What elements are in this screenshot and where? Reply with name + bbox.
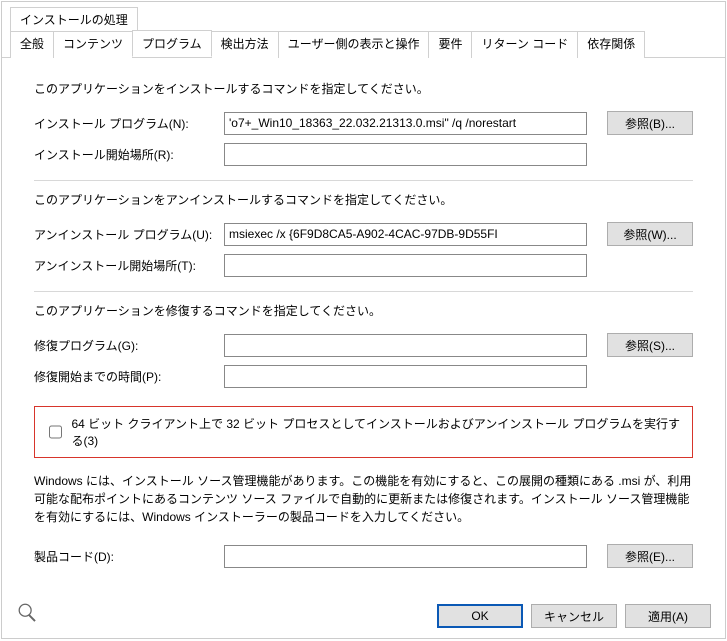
tab-要件[interactable]: 要件 — [428, 31, 472, 58]
source-management-info: Windows には、インストール ソース管理機能があります。この機能を有効にす… — [34, 472, 693, 526]
product-code-label: 製品コード(D): — [34, 548, 224, 565]
repair-program-input[interactable] — [224, 334, 587, 357]
tab-インストールの処理[interactable]: インストールの処理 — [10, 7, 138, 31]
uninstall-start-input[interactable] — [224, 254, 587, 277]
run-as-32bit-row: 64 ビット クライアント上で 32 ビット プロセスとしてインストールおよびア… — [34, 406, 693, 458]
repair-time-input[interactable] — [224, 365, 587, 388]
divider — [34, 180, 693, 181]
repair-time-label: 修復開始までの時間(P): — [34, 368, 224, 385]
repair-section-label: このアプリケーションを修復するコマンドを指定してください。 — [34, 302, 693, 319]
install-program-input[interactable] — [224, 112, 587, 135]
install-program-label: インストール プログラム(N): — [34, 115, 224, 132]
dialog-footer: OK キャンセル 適用(A) — [2, 602, 725, 630]
tab-container: インストールの処理 全般コンテンツプログラム検出方法ユーザー側の表示と操作要件リ… — [2, 2, 725, 58]
tab-検出方法[interactable]: 検出方法 — [211, 31, 279, 58]
divider — [34, 291, 693, 292]
product-code-browse-button[interactable]: 参照(E)... — [607, 544, 693, 568]
tab-依存関係[interactable]: 依存関係 — [577, 31, 645, 58]
tab-ユーザー側の表示と操作[interactable]: ユーザー側の表示と操作 — [278, 31, 430, 58]
run-as-32bit-label: 64 ビット クライアント上で 32 ビット プロセスとしてインストールおよびア… — [71, 415, 682, 449]
install-start-label: インストール開始場所(R): — [34, 146, 224, 163]
ok-button[interactable]: OK — [437, 604, 523, 628]
uninstall-browse-button[interactable]: 参照(W)... — [607, 222, 693, 246]
uninstall-program-input[interactable] — [224, 223, 587, 246]
tab-コンテンツ[interactable]: コンテンツ — [53, 31, 133, 58]
cancel-button[interactable]: キャンセル — [531, 604, 617, 628]
run-as-32bit-checkbox[interactable] — [49, 425, 62, 439]
product-code-input[interactable] — [224, 545, 587, 568]
tab-プログラム[interactable]: プログラム — [132, 30, 212, 57]
install-browse-button[interactable]: 参照(B)... — [607, 111, 693, 135]
tab-全般[interactable]: 全般 — [10, 31, 54, 58]
uninstall-program-label: アンインストール プログラム(U): — [34, 226, 224, 243]
install-start-input[interactable] — [224, 143, 587, 166]
tab-リターン コード[interactable]: リターン コード — [471, 31, 578, 58]
repair-browse-button[interactable]: 参照(S)... — [607, 333, 693, 357]
install-section-label: このアプリケーションをインストールするコマンドを指定してください。 — [34, 80, 693, 97]
repair-program-label: 修復プログラム(G): — [34, 337, 224, 354]
help-icon[interactable] — [16, 602, 38, 630]
uninstall-section-label: このアプリケーションをアンインストールするコマンドを指定してください。 — [34, 191, 693, 208]
apply-button[interactable]: 適用(A) — [625, 604, 711, 628]
dialog-window: インストールの処理 全般コンテンツプログラム検出方法ユーザー側の表示と操作要件リ… — [1, 1, 726, 639]
uninstall-start-label: アンインストール開始場所(T): — [34, 257, 224, 274]
tab-content-programs: このアプリケーションをインストールするコマンドを指定してください。 インストール… — [2, 58, 725, 638]
